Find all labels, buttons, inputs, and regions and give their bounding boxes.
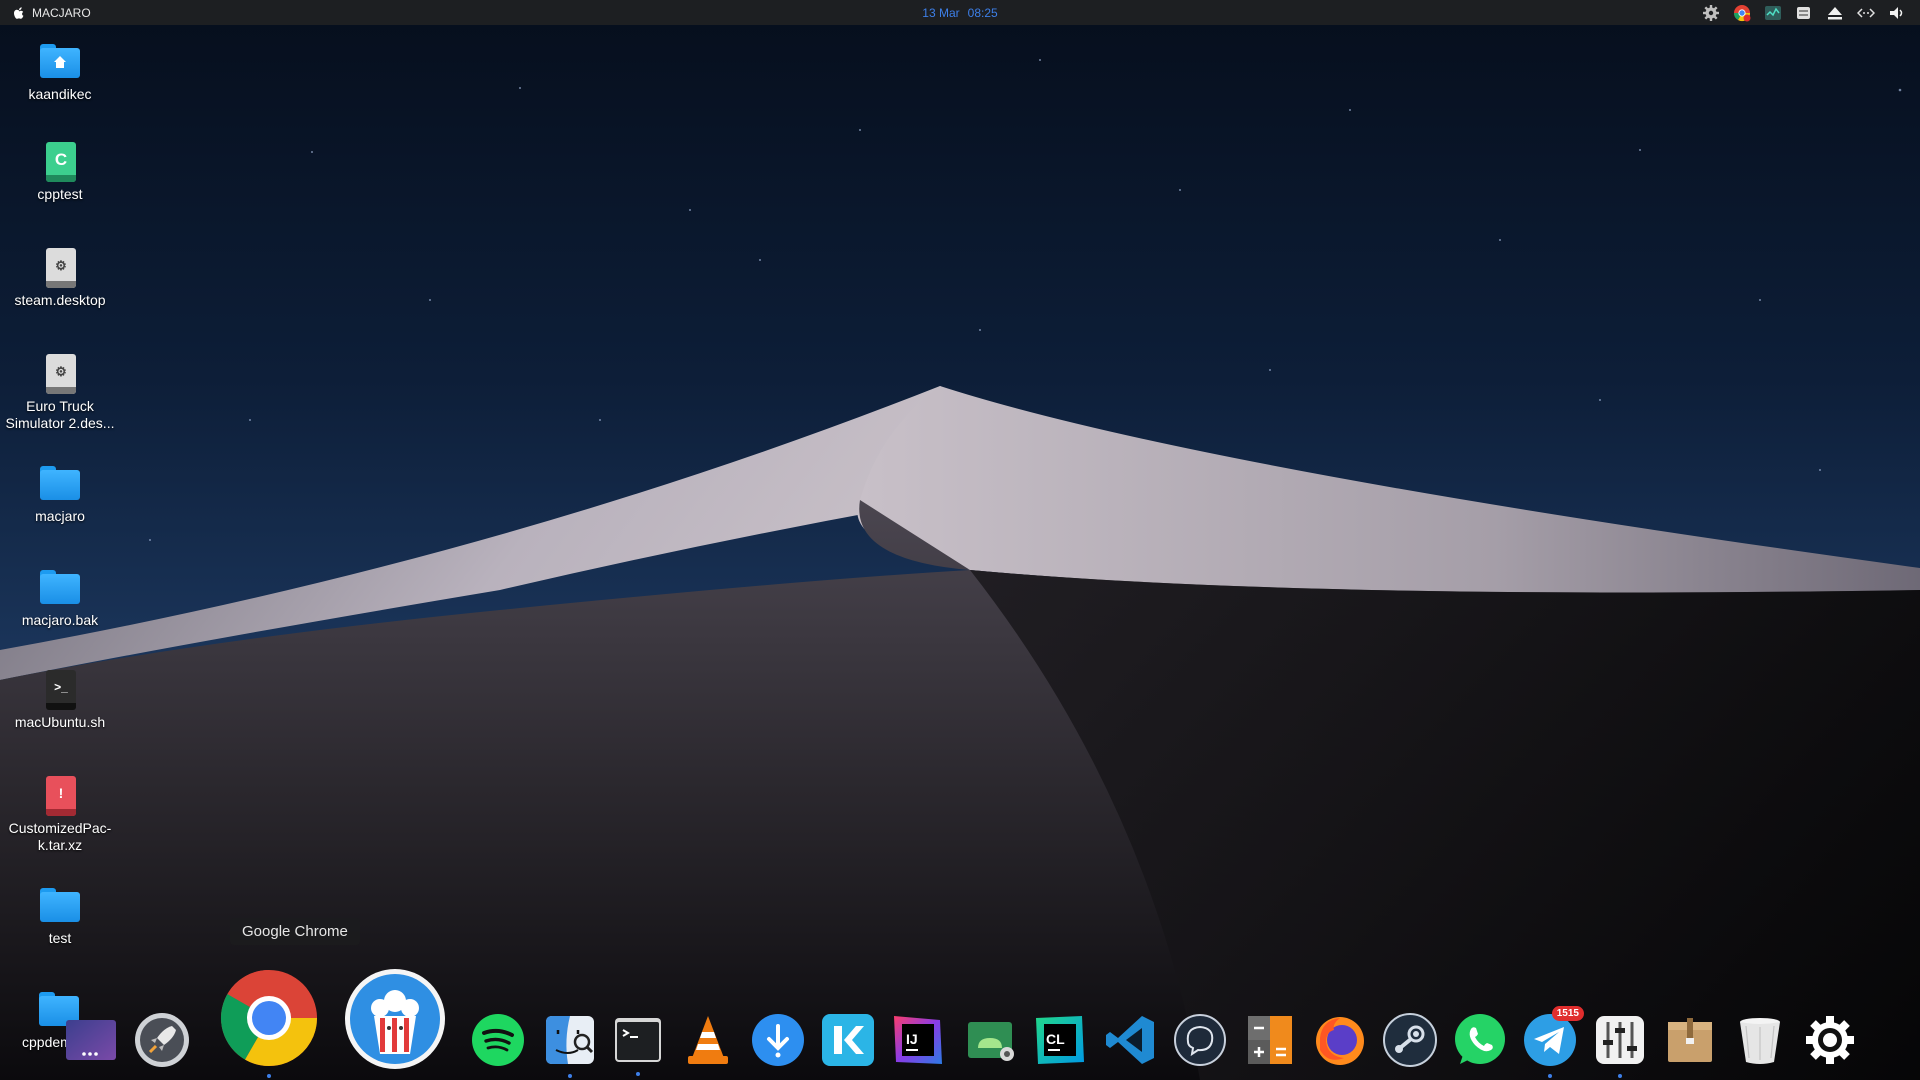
- running-indicator: [267, 1074, 271, 1078]
- dock-app-kodi[interactable]: [820, 1012, 876, 1068]
- desktop-item-test[interactable]: test: [0, 884, 120, 947]
- firefox-icon: [1316, 1017, 1364, 1065]
- desktop-item-customizedpack-tar-xz[interactable]: ! CustomizedPac-k.tar.xz: [0, 774, 120, 854]
- desktop-item-steam-desktop[interactable]: ⚙ steam.desktop: [0, 246, 120, 309]
- unread-count-badge: 1515: [1551, 1006, 1584, 1021]
- desktop-item-cpptest[interactable]: C cpptest: [0, 140, 120, 203]
- clock[interactable]: 13 Mar 08:25: [0, 0, 1920, 25]
- dock-app-steam[interactable]: [1382, 1012, 1438, 1068]
- activity-monitor-icon[interactable]: [1764, 4, 1782, 22]
- dock-app-vlc[interactable]: [680, 1012, 736, 1068]
- dock-app-visual-studio-code[interactable]: [1102, 1012, 1158, 1068]
- dock-app-messenger[interactable]: [1172, 1012, 1228, 1068]
- desktop-item-macjaro-bak[interactable]: macjaro.bak: [0, 566, 120, 629]
- dock-app-android-studio[interactable]: [962, 1014, 1018, 1066]
- dock-app-finder[interactable]: [542, 1012, 598, 1078]
- desktop-item-label: steam.desktop: [14, 292, 106, 308]
- dock-app-terminal[interactable]: [612, 1014, 664, 1076]
- desktop-item-macjaro[interactable]: macjaro: [0, 462, 120, 525]
- desktop-launcher-file-icon: ⚙: [38, 246, 82, 290]
- desktop-item-label: test: [48, 930, 72, 946]
- terminal-icon: [615, 1018, 661, 1062]
- calculator-icon: [1248, 1016, 1292, 1064]
- desktop-item-label: cpptest: [37, 186, 83, 202]
- chrome-tray-icon[interactable]: [1733, 4, 1751, 22]
- folder-icon: [38, 566, 82, 610]
- shell-script-file-icon: >_: [38, 668, 82, 712]
- dock-app-whatsapp[interactable]: [1452, 1012, 1508, 1068]
- dock-app-trash[interactable]: [1732, 1012, 1788, 1068]
- desktop-item-macubuntu-sh[interactable]: >_ macUbuntu.sh: [0, 668, 120, 731]
- dock-app-mixer[interactable]: [1592, 1012, 1648, 1078]
- home-folder-icon: [38, 40, 82, 84]
- running-indicator: [1618, 1074, 1622, 1078]
- svg-text:CL: CL: [1046, 1031, 1065, 1047]
- clock-time: 08:25: [967, 5, 998, 20]
- mixer-icon: [1596, 1016, 1644, 1064]
- dock-app-spotify[interactable]: [470, 1012, 526, 1068]
- dock-app-clion[interactable]: CL: [1032, 1012, 1088, 1068]
- whatsapp-icon: [1455, 1014, 1505, 1064]
- chrome-icon: [220, 970, 317, 1067]
- steam-icon: [1383, 1013, 1437, 1067]
- dock-app-launchpad[interactable]: [134, 1012, 190, 1068]
- desktop-item-label: Euro Truck Simulator 2.des...: [5, 398, 115, 431]
- gear-icon[interactable]: [1702, 4, 1720, 22]
- dock-app-popcorn-time[interactable]: [344, 968, 446, 1070]
- desktop-item-kaandikec[interactable]: kaandikec: [0, 40, 120, 103]
- running-indicator: [568, 1074, 572, 1078]
- desktop-item-euro-truck-simulator[interactable]: ⚙ Euro Truck Simulator 2.des...: [0, 352, 120, 432]
- dock-app-archive-manager[interactable]: [1662, 1012, 1718, 1068]
- dock-app-intellij-idea[interactable]: IJ: [890, 1012, 946, 1068]
- dock-tooltip: Google Chrome: [230, 918, 360, 945]
- network-icon[interactable]: [1857, 4, 1875, 22]
- dock-app-downloader[interactable]: [750, 1012, 806, 1068]
- workspaces-icon: [66, 1020, 116, 1060]
- volume-icon[interactable]: [1888, 4, 1906, 22]
- running-indicator: [636, 1072, 640, 1076]
- archive-file-icon: !: [38, 774, 82, 818]
- svg-text:IJ: IJ: [906, 1031, 918, 1047]
- settings-gear-icon: [1806, 1016, 1854, 1064]
- active-app-name[interactable]: MACJARO: [32, 6, 91, 20]
- keyboard-icon[interactable]: [1795, 4, 1813, 22]
- apple-logo-icon[interactable]: [12, 6, 26, 20]
- dock-app-workspaces[interactable]: [64, 1018, 118, 1062]
- dock-app-google-chrome[interactable]: [219, 968, 319, 1078]
- running-indicator: [1548, 1074, 1552, 1078]
- intellij-icon: IJ: [894, 1016, 942, 1064]
- c-source-file-icon: C: [38, 140, 82, 184]
- android-studio-icon: [968, 1022, 1014, 1061]
- archive-box-icon: [1668, 1018, 1712, 1062]
- spotify-icon: [472, 1014, 524, 1066]
- clion-icon: CL: [1036, 1016, 1084, 1064]
- messenger-icon: [1174, 1014, 1226, 1066]
- desktop-item-label: CustomizedPac-k.tar.xz: [8, 820, 112, 853]
- folder-icon: [38, 884, 82, 928]
- download-icon: [752, 1014, 804, 1066]
- clock-date: 13 Mar: [922, 5, 960, 20]
- dock-app-settings[interactable]: [1802, 1012, 1858, 1068]
- system-tray: [1702, 0, 1906, 25]
- dock-app-calculator[interactable]: [1242, 1012, 1298, 1068]
- dock-app-telegram[interactable]: 1515: [1522, 1006, 1584, 1078]
- top-menu-bar: MACJARO 13 Mar 08:25: [0, 0, 1920, 25]
- vscode-icon: [1106, 1016, 1154, 1064]
- dock-app-firefox[interactable]: [1312, 1012, 1368, 1068]
- desktop-item-label: kaandikec: [28, 86, 92, 102]
- desktop-item-label: macjaro.bak: [21, 612, 99, 628]
- desktop-item-label: macjaro: [35, 508, 85, 524]
- trash-icon: [1740, 1018, 1780, 1064]
- folder-icon: [38, 462, 82, 506]
- popcorn-icon: [345, 969, 445, 1069]
- eject-icon[interactable]: [1826, 4, 1844, 22]
- kodi-icon: [822, 1014, 874, 1066]
- desktop-launcher-file-icon: ⚙: [38, 352, 82, 396]
- desktop-item-label: macUbuntu.sh: [14, 714, 106, 730]
- vlc-cone-icon: [688, 1016, 728, 1064]
- rocket-icon: [135, 1013, 189, 1067]
- finder-icon: [546, 1016, 594, 1064]
